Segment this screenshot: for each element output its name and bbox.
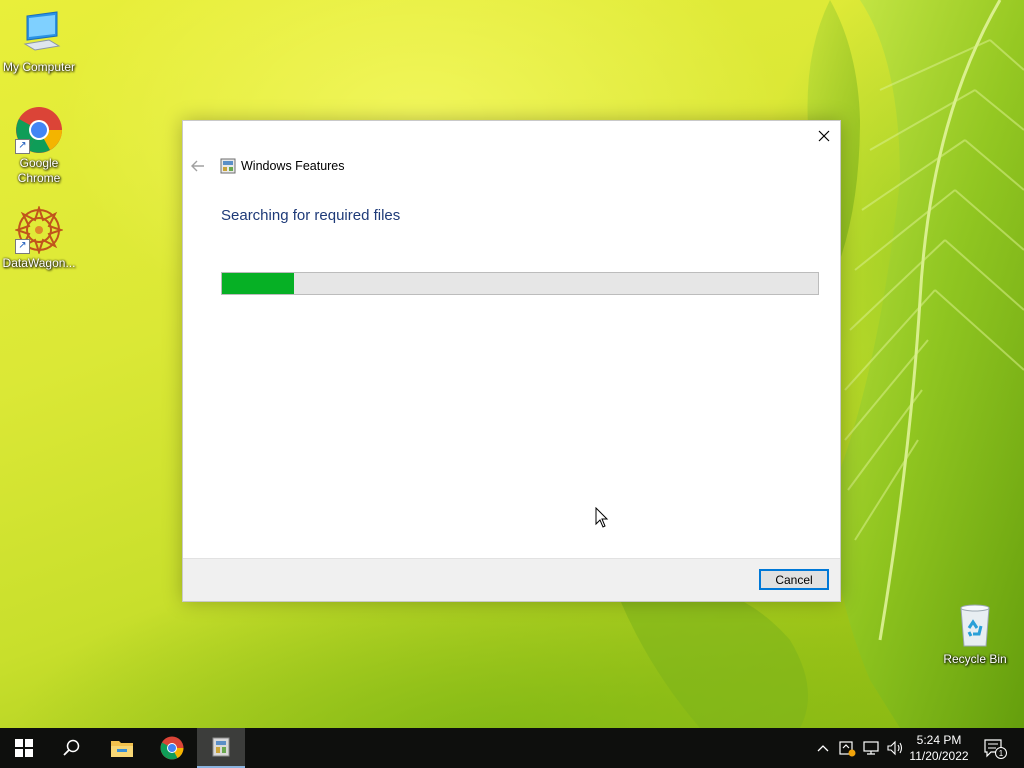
- chrome-icon: [160, 736, 184, 760]
- search-button[interactable]: [48, 728, 96, 768]
- shortcut-arrow-icon: ↗: [15, 139, 30, 154]
- chrome-icon: ↗: [15, 106, 63, 154]
- speaker-icon: [887, 740, 903, 756]
- security-alert-icon: [839, 741, 856, 757]
- desktop: My Computer ↗ Google Chrome ↗ DataWagon.…: [0, 0, 1024, 728]
- clock-date: 11/20/2022: [909, 749, 969, 763]
- file-explorer-button[interactable]: [98, 728, 146, 768]
- taskbar: 5:24 PM 11/20/2022 1: [0, 728, 1024, 768]
- close-icon: [818, 130, 830, 142]
- volume-tray-icon[interactable]: [884, 738, 906, 758]
- desktop-icon-label: Recycle Bin: [943, 652, 1007, 666]
- mouse-cursor-icon: [595, 507, 609, 528]
- clock-time: 5:24 PM: [916, 733, 962, 747]
- cancel-button[interactable]: Cancel: [759, 569, 829, 590]
- search-icon: [63, 739, 80, 756]
- windows-features-icon: [212, 737, 230, 757]
- desktop-icon-google-chrome[interactable]: ↗ Google Chrome: [0, 106, 78, 186]
- monitor-icon: [15, 10, 63, 58]
- notifications-button[interactable]: 1: [980, 738, 1010, 759]
- shortcut-arrow-icon: ↗: [15, 239, 30, 254]
- desktop-icon-datawagon[interactable]: ↗ DataWagon...: [0, 204, 78, 271]
- chevron-up-icon: [817, 745, 829, 752]
- network-tray-icon[interactable]: [860, 738, 882, 758]
- progress-bar-fill: [222, 273, 294, 294]
- recycle-bin-icon: [951, 602, 999, 650]
- start-button[interactable]: [0, 728, 48, 768]
- datawagon-icon: ↗: [13, 204, 65, 256]
- show-hidden-icons-button[interactable]: [814, 738, 832, 758]
- desktop-icon-label: My Computer: [2, 60, 76, 74]
- progress-bar: [221, 272, 819, 295]
- notification-icon: 1: [984, 739, 1007, 759]
- back-button[interactable]: [191, 159, 209, 175]
- chrome-taskbar-button[interactable]: [148, 728, 196, 768]
- desktop-icon-recycle-bin[interactable]: Recycle Bin: [936, 602, 1014, 667]
- notification-count: 1: [999, 749, 1004, 758]
- windows-features-dialog: Windows Features Searching for required …: [182, 120, 841, 602]
- desktop-icon-my-computer[interactable]: My Computer: [0, 10, 78, 75]
- desktop-icon-label: DataWagon...: [2, 256, 76, 270]
- windows-logo-icon: [15, 739, 33, 757]
- file-explorer-icon: [111, 741, 133, 757]
- taskbar-clock[interactable]: 5:24 PM 11/20/2022: [906, 732, 972, 764]
- back-arrow-icon: [191, 160, 204, 172]
- windows-features-taskbar-button[interactable]: [197, 728, 245, 768]
- dialog-title: Windows Features: [241, 159, 345, 173]
- windows-features-icon: [220, 158, 236, 174]
- status-heading: Searching for required files: [221, 207, 401, 224]
- close-button[interactable]: [808, 121, 840, 151]
- network-icon: [863, 741, 879, 755]
- desktop-icon-label: Google Chrome: [17, 156, 61, 185]
- dialog-footer: Cancel: [183, 558, 840, 601]
- action-center-app-tray-icon[interactable]: [836, 738, 858, 758]
